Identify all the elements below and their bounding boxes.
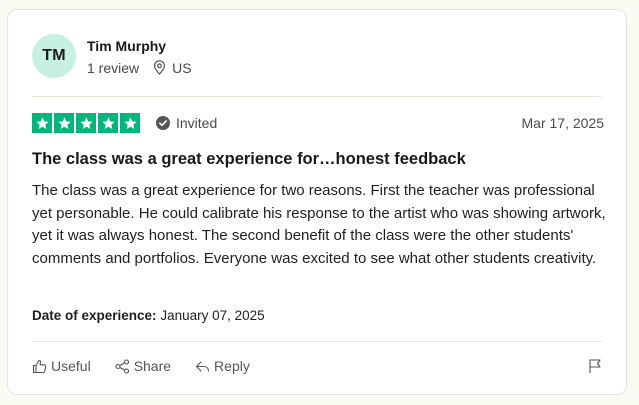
divider-bottom (32, 341, 602, 342)
flag-icon (589, 359, 601, 373)
review-count: 1 review (87, 59, 140, 76)
review-actions: Useful Share Reply (32, 358, 602, 374)
reviewer-location: US (153, 59, 192, 76)
country-label: US (172, 59, 192, 76)
useful-button[interactable]: Useful (32, 358, 91, 374)
rating-row: Invited Mar 17, 2025 (32, 113, 604, 133)
reply-label: Reply (214, 358, 250, 374)
star-icon (32, 113, 52, 133)
star-icon (76, 113, 96, 133)
reviewer-meta: 1 review US (87, 60, 192, 76)
star-icon (98, 113, 118, 133)
check-circle-icon (156, 116, 170, 130)
star-icon (54, 113, 74, 133)
review-title[interactable]: The class was a great experience for…hon… (32, 150, 466, 169)
reviewer-header: TM Tim Murphy 1 review US (32, 34, 192, 78)
useful-label: Useful (51, 358, 91, 374)
experience-label: Date of experience: (32, 308, 157, 323)
location-pin-icon (154, 60, 166, 75)
date-of-experience: Date of experience: January 07, 2025 (32, 308, 265, 323)
experience-date: January 07, 2025 (160, 308, 265, 323)
divider-top (32, 96, 602, 97)
invited-label: Invited (176, 115, 218, 131)
share-button[interactable]: Share (115, 358, 171, 374)
reviewer-name[interactable]: Tim Murphy (87, 37, 192, 55)
review-card: TM Tim Murphy 1 review US Invited Mar 17… (7, 9, 627, 395)
share-label: Share (133, 358, 172, 374)
share-icon (115, 358, 129, 374)
reviewer-info: Tim Murphy 1 review US (87, 37, 192, 76)
avatar[interactable]: TM (32, 34, 76, 78)
reply-button[interactable]: Reply (195, 358, 250, 374)
star-rating (32, 113, 140, 133)
invited-badge: Invited (156, 115, 217, 131)
report-flag-button[interactable] (588, 358, 602, 374)
review-date: Mar 17, 2025 (521, 115, 605, 131)
review-body: The class was a great experience for two… (32, 182, 606, 267)
thumbs-up-icon (32, 359, 47, 373)
star-icon (120, 113, 140, 133)
reply-icon (195, 360, 210, 372)
